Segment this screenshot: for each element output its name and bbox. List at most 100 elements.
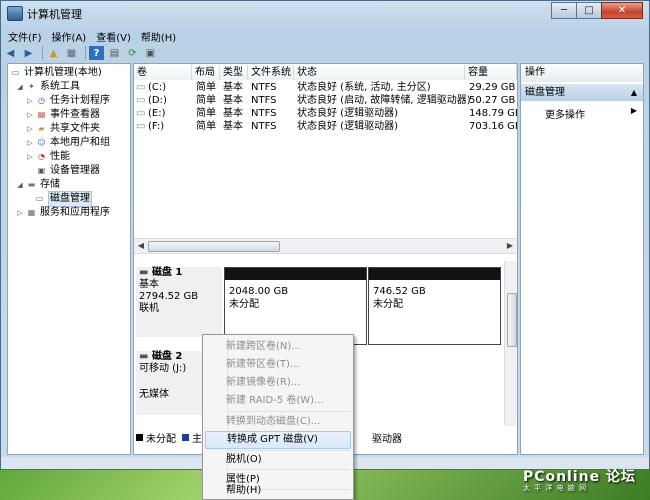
menu-action[interactable]: 操作(A) <box>47 27 92 45</box>
menu-item-convert-dynamic[interactable]: 转换到动态磁盘(C)... <box>205 413 351 431</box>
pconline-watermark: PConline 论坛 太 平 洋 电 脑 网 <box>523 466 636 493</box>
menu-item-new-mirrored[interactable]: 新建镜像卷(R)... <box>205 374 351 392</box>
collapse-up-icon[interactable]: ▲ <box>631 84 637 101</box>
volume-type: 基本 <box>223 95 243 106</box>
volume-type: 基本 <box>223 108 243 119</box>
tree-item-services[interactable]: ▷ ▦ 服务和应用程序 <box>16 206 110 220</box>
column-header-type[interactable]: 类型 <box>220 65 248 80</box>
expand-arrow-icon[interactable]: ▷ <box>26 122 34 136</box>
partition-label: 未分配 <box>229 299 259 310</box>
menu-item-offline[interactable]: 脱机(O) <box>205 451 351 469</box>
menu-item-new-raid5[interactable]: 新建 RAID-5 卷(W)... <box>205 392 351 410</box>
title-bar[interactable]: 计算机管理 ─ □ ✕ <box>1 1 649 25</box>
scroll-right-icon[interactable]: ▶ <box>505 241 515 250</box>
tree-item-label: 任务计划程序 <box>50 95 110 106</box>
tree-item-shared-folders[interactable]: ▷ ▰ 共享文件夹 <box>26 122 100 136</box>
caption-buttons: ─ □ ✕ <box>551 2 643 19</box>
disk-1-title: ▬ 磁盘 1 <box>139 267 222 279</box>
volume-capacity: 29.29 GB <box>469 82 516 93</box>
volume-fs: NTFS <box>251 95 277 106</box>
tree-item-disk-management[interactable]: ▭ 磁盘管理 <box>34 191 92 207</box>
column-header-filesystem[interactable]: 文件系统 <box>248 65 294 80</box>
toolbar-separator <box>85 46 86 60</box>
expand-arrow-icon[interactable]: ▷ <box>26 108 34 122</box>
menu-item-new-striped[interactable]: 新建带区卷(T)... <box>205 356 351 374</box>
horizontal-scrollbar[interactable]: ◀ ▶ <box>134 238 517 254</box>
refresh-icon[interactable]: ⟳ <box>125 46 140 60</box>
tree-item-performance[interactable]: ▷ ◔ 性能 <box>26 150 70 164</box>
table-row[interactable]: ▭ (D:) 简单 基本 NTFS 状态良好 (启动, 故障转储, 逻辑驱动器)… <box>134 94 517 107</box>
vertical-scrollbar[interactable] <box>504 261 517 426</box>
tree-item-label: 系统工具 <box>40 81 80 92</box>
collapse-arrow-icon[interactable]: ◢ <box>16 80 24 94</box>
tree-item-local-users[interactable]: ▷ ☺ 本地用户和组 <box>26 136 110 150</box>
tree-item-storage[interactable]: ◢ ▬ 存储 <box>16 178 60 192</box>
table-row[interactable]: ▭ (F:) 简单 基本 NTFS 状态良好 (逻辑驱动器) 703.16 GB <box>134 120 517 133</box>
properties-icon[interactable]: ▤ <box>107 46 122 60</box>
up-icon[interactable]: ▲ <box>46 46 61 60</box>
collapse-arrow-icon[interactable]: ◢ <box>16 178 24 192</box>
volume-icon: ▭ <box>136 95 146 106</box>
actions-section-disk-management[interactable]: 磁盘管理 ▲ <box>521 84 643 101</box>
tree-item-system-tools[interactable]: ◢ ✦ 系统工具 <box>16 80 80 94</box>
column-header-capacity[interactable]: 容量 <box>465 65 517 80</box>
submenu-arrow-icon[interactable]: ▶ <box>631 106 637 115</box>
volume-status: 状态良好 (逻辑驱动器) <box>297 108 398 119</box>
volume-status: 状态良好 (逻辑驱动器) <box>297 121 398 132</box>
unallocated-swatch <box>136 434 143 441</box>
close-button[interactable]: ✕ <box>601 2 643 19</box>
scrollbar-thumb[interactable] <box>507 293 517 347</box>
menu-item-convert-gpt[interactable]: 转换成 GPT 磁盘(V) <box>205 431 351 449</box>
watermark-forum: 论坛 <box>606 469 636 485</box>
column-header-volume[interactable]: 卷 <box>134 65 192 80</box>
menu-item-new-spanned[interactable]: 新建跨区卷(N)... <box>205 338 351 356</box>
table-row[interactable]: ▭ (C:) 简单 基本 NTFS 状态良好 (系统, 活动, 主分区) 29.… <box>134 81 517 94</box>
volume-type: 基本 <box>223 82 243 93</box>
minimize-button[interactable]: ─ <box>551 2 577 19</box>
maximize-button[interactable]: □ <box>576 2 602 19</box>
menu-view[interactable]: 查看(V) <box>91 27 136 45</box>
back-icon[interactable]: ◀ <box>3 46 18 60</box>
unallocated-bar <box>369 268 500 280</box>
storage-icon: ▬ <box>27 180 36 189</box>
more-actions-link[interactable]: 更多操作 <box>545 106 585 121</box>
volume-fs: NTFS <box>251 108 277 119</box>
partition-size: 746.52 GB <box>373 286 426 297</box>
scrollbar-thumb[interactable] <box>148 241 280 252</box>
tree-item-root[interactable]: ▭ 计算机管理(本地) <box>10 66 102 80</box>
tree-item-task-scheduler[interactable]: ▷ ◷ 任务计划程序 <box>26 94 110 108</box>
column-header-status[interactable]: 状态 <box>294 65 465 80</box>
menu-file[interactable]: 文件(F) <box>3 27 47 45</box>
volume-name: (F:) <box>148 121 165 132</box>
scroll-left-icon[interactable]: ◀ <box>136 241 146 250</box>
column-header-layout[interactable]: 布局 <box>192 65 220 80</box>
volume-type: 基本 <box>223 121 243 132</box>
help-icon[interactable]: ? <box>89 46 104 60</box>
disk-1-partition-2[interactable]: 746.52 GB 未分配 <box>368 267 501 345</box>
tree-item-label: 磁盘管理 <box>48 191 92 207</box>
users-icon: ☺ <box>37 138 46 147</box>
volume-icon: ▭ <box>136 82 146 93</box>
expand-arrow-icon[interactable]: ▷ <box>26 136 34 150</box>
forward-icon[interactable]: ▶ <box>21 46 36 60</box>
tree-item-event-viewer[interactable]: ▷ ▤ 事件查看器 <box>26 108 100 122</box>
show-tree-icon[interactable]: ▦ <box>64 46 79 60</box>
partition-text: 2048.00 GB 未分配 <box>229 285 288 311</box>
disk-1-info[interactable]: ▬ 磁盘 1 基本 2794.52 GB 联机 <box>136 267 222 337</box>
menu-item-help[interactable]: 帮助(H) <box>205 482 351 499</box>
expand-arrow-icon[interactable]: ▷ <box>16 206 24 220</box>
legend-logical: 驱动器 <box>372 434 402 445</box>
tree-item-device-manager[interactable]: ▣ 设备管理器 <box>36 164 100 178</box>
toolbar-separator <box>42 46 43 60</box>
table-row[interactable]: ▭ (E:) 简单 基本 NTFS 状态良好 (逻辑驱动器) 148.79 GB <box>134 107 517 120</box>
tree-item-label: 事件查看器 <box>50 109 100 120</box>
export-icon[interactable]: ▣ <box>143 46 158 60</box>
menu-help[interactable]: 帮助(H) <box>136 27 181 45</box>
expand-arrow-icon[interactable]: ▷ <box>26 94 34 108</box>
expand-arrow-icon[interactable]: ▷ <box>26 150 34 164</box>
tree-item-label: 计算机管理(本地) <box>24 67 102 78</box>
volume-capacity: 148.79 GB <box>469 108 518 119</box>
volume-status: 状态良好 (启动, 故障转储, 逻辑驱动器) <box>297 95 471 106</box>
primary-swatch <box>182 434 189 441</box>
volume-name: (C:) <box>148 82 167 93</box>
